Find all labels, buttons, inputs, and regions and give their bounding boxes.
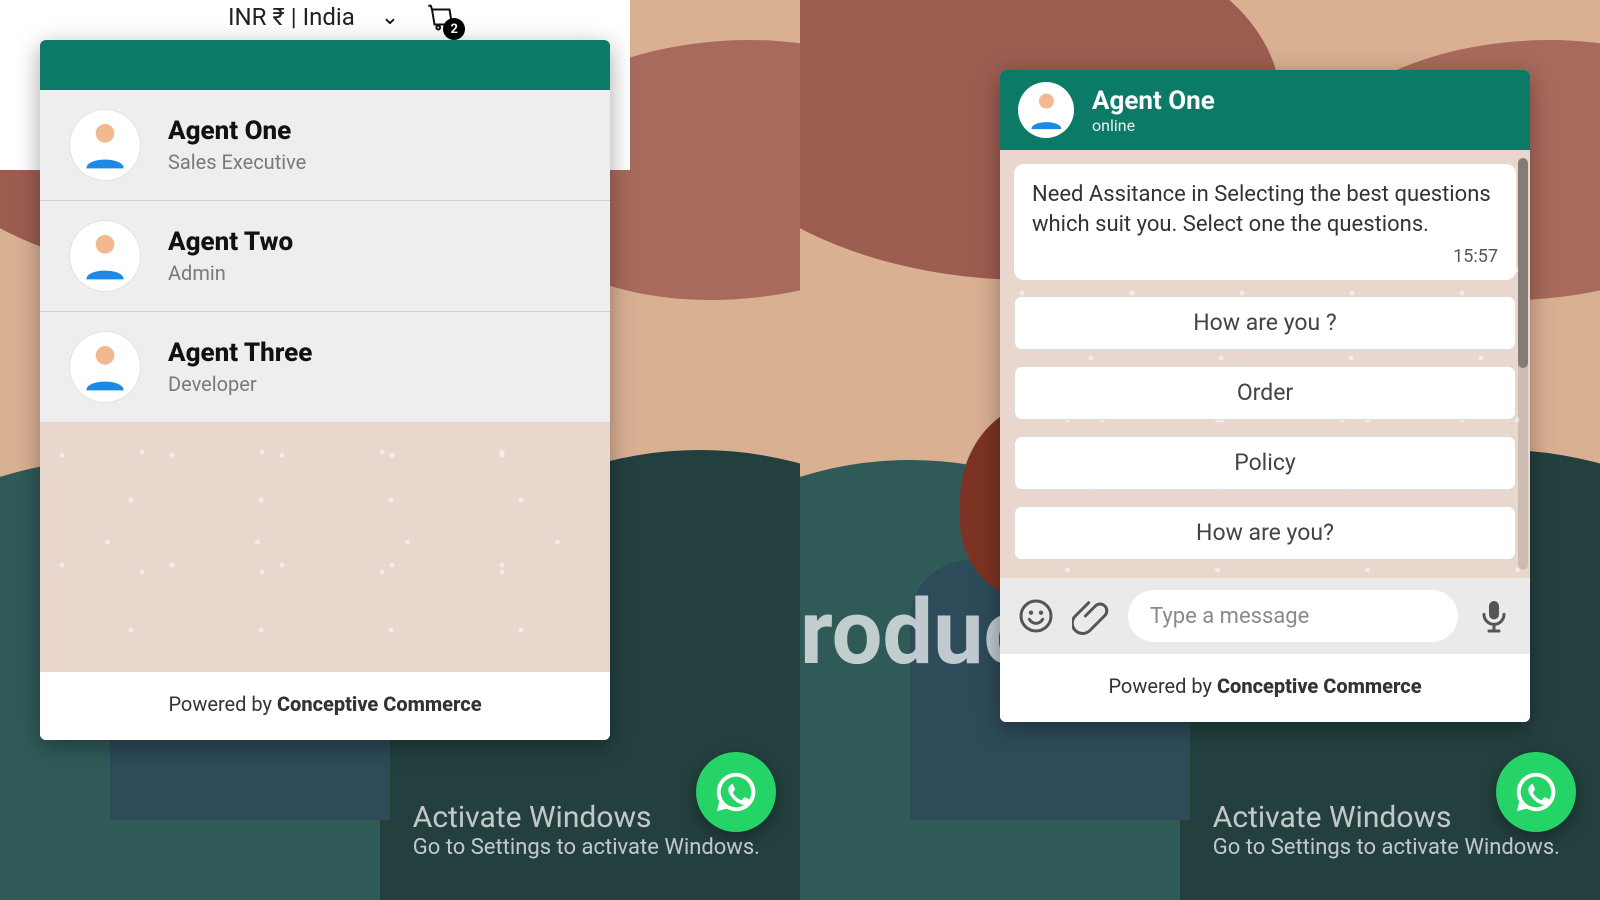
agent-name: Agent Two	[168, 227, 293, 257]
chat-widget: Agent One online Need Assitance in Selec…	[1000, 70, 1530, 722]
watermark-title: Activate Windows	[413, 800, 760, 835]
emoji-button[interactable]	[1016, 596, 1056, 636]
agent-list-item[interactable]: Agent One Sales Executive	[40, 90, 610, 201]
mic-button[interactable]	[1474, 596, 1514, 636]
avatar-icon	[70, 221, 140, 291]
microphone-icon	[1474, 596, 1514, 636]
footer-brand[interactable]: Conceptive Commerce	[277, 692, 482, 716]
avatar-icon	[70, 110, 140, 180]
footer-brand[interactable]: Conceptive Commerce	[1217, 674, 1422, 698]
message-timestamp: 15:57	[1032, 245, 1498, 269]
left-pane: INR ₹ | India ⌄ 2 Agent One Sales Execut…	[0, 0, 800, 900]
chat-composer: Type a message	[1000, 578, 1530, 654]
avatar-icon	[70, 332, 140, 402]
watermark-title: Activate Windows	[1213, 800, 1560, 835]
watermark-sub: Go to Settings to activate Windows.	[1213, 835, 1560, 860]
quick-reply-button[interactable]: How are you ?	[1014, 296, 1516, 350]
quick-reply-button[interactable]: Order	[1014, 366, 1516, 420]
agent-name: Agent One	[168, 116, 306, 146]
chat-header: Agent One online	[1000, 70, 1530, 150]
avatar-icon	[1018, 82, 1074, 138]
agent-list-item[interactable]: Agent Three Developer	[40, 312, 610, 422]
chat-scroll-area[interactable]: Need Assitance in Selecting the best que…	[1000, 150, 1530, 578]
agent-list-item[interactable]: Agent Two Admin	[40, 201, 610, 312]
quick-reply-button[interactable]: How are you?	[1014, 506, 1516, 560]
footer-prefix: Powered by	[1108, 674, 1217, 698]
chat-agent-status: online	[1092, 116, 1215, 135]
quick-reply-button[interactable]: Policy	[1014, 436, 1516, 490]
agent-role: Sales Executive	[168, 150, 306, 174]
chat-agent-name: Agent One	[1092, 86, 1215, 116]
windows-watermark: Activate Windows Go to Settings to activ…	[1213, 800, 1560, 860]
incoming-message-text: Need Assitance in Selecting the best que…	[1032, 180, 1498, 239]
widget-footer: Powered by Conceptive Commerce	[1000, 654, 1530, 722]
agent-role: Developer	[168, 372, 312, 396]
agent-name: Agent Three	[168, 338, 312, 368]
agent-role: Admin	[168, 261, 293, 285]
chevron-down-icon[interactable]: ⌄	[381, 5, 399, 30]
widget-footer: Powered by Conceptive Commerce	[40, 672, 610, 740]
message-input[interactable]: Type a message	[1128, 590, 1458, 642]
paperclip-icon	[1072, 596, 1112, 636]
cart-button[interactable]: 2	[425, 2, 459, 32]
decorative-pattern	[40, 422, 610, 672]
message-input-placeholder: Type a message	[1150, 604, 1309, 629]
footer-prefix: Powered by	[168, 692, 277, 716]
incoming-message: Need Assitance in Selecting the best que…	[1014, 164, 1516, 280]
watermark-sub: Go to Settings to activate Windows.	[413, 835, 760, 860]
windows-watermark: Activate Windows Go to Settings to activ…	[413, 800, 760, 860]
right-pane: roducts Agent One online Need Assitance …	[800, 0, 1600, 900]
agent-picker-widget: Agent One Sales Executive Agent Two Admi…	[40, 40, 610, 740]
emoji-icon	[1016, 596, 1056, 636]
widget-header	[40, 40, 610, 90]
attach-button[interactable]	[1072, 596, 1112, 636]
currency-selector[interactable]: INR ₹ | India	[228, 3, 355, 31]
top-bar: INR ₹ | India ⌄ 2	[228, 2, 459, 32]
agent-list: Agent One Sales Executive Agent Two Admi…	[40, 90, 610, 422]
